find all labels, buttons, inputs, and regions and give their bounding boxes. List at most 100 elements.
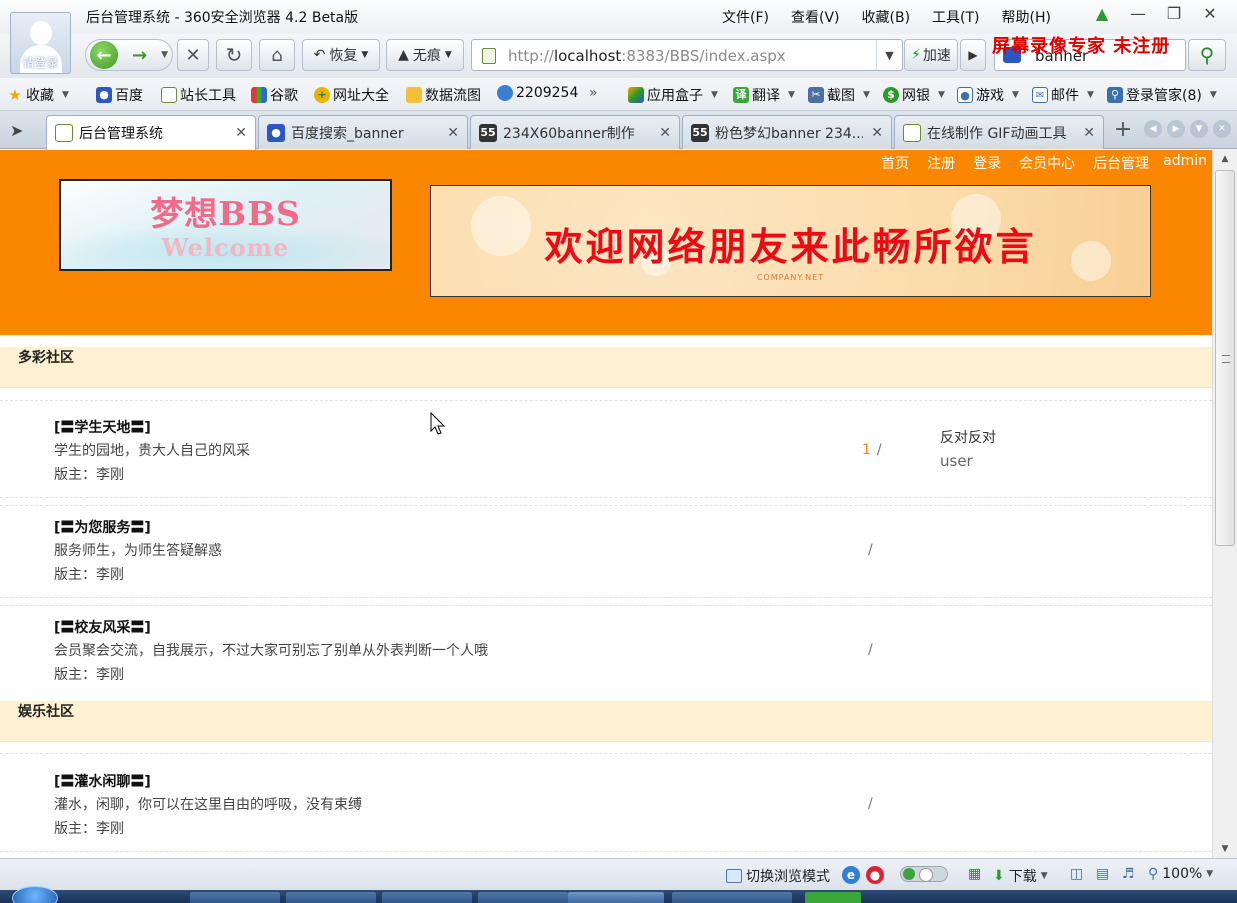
page-scrollbar[interactable]: ▲ ▼	[1212, 150, 1237, 858]
bookmark-mail[interactable]: ✉ 邮件 ▼	[1032, 85, 1094, 105]
category-title[interactable]: 娱乐社区	[18, 701, 74, 721]
forum-description: 服务师生，为师生答疑解惑	[54, 543, 222, 559]
bookmark-2209254[interactable]: 2209254	[497, 85, 578, 101]
chevron-down-icon[interactable]: ▼	[161, 50, 168, 60]
taskbar-item[interactable]	[190, 892, 280, 903]
nav-register-link[interactable]: 注册	[927, 153, 955, 173]
nav-member-center-link[interactable]: 会员中心	[1019, 153, 1075, 173]
forum-moderator: 版主：李刚	[54, 567, 124, 583]
bookmark-online-bank[interactable]: $ 网银 ▼	[883, 85, 945, 105]
page-viewport: 首页 注册 登录 会员中心 后台管理 admin 梦想BBS Welcome 欢…	[0, 150, 1212, 858]
tab-scroll-left-icon[interactable]: ◀	[1144, 120, 1162, 138]
bookmark-baidu[interactable]: ● 百度	[96, 85, 143, 105]
nav-admin-link[interactable]: 后台管理	[1093, 153, 1149, 173]
refresh-button[interactable]: ↻	[216, 39, 252, 71]
bookmark-app-box[interactable]: 应用盒子 ▼	[628, 85, 718, 105]
scroll-up-arrow-icon[interactable]: ▲	[1213, 150, 1237, 168]
forum-last-post-title[interactable]: 反对反对	[940, 427, 996, 447]
incognito-button[interactable]: ▲ 无痕 ▼	[386, 39, 464, 71]
nav-home-link[interactable]: 首页	[881, 153, 909, 173]
zoom-control[interactable]: ⚲ 100% ▼	[1148, 866, 1213, 882]
taskbar-item[interactable]	[478, 892, 568, 903]
scroll-down-arrow-icon[interactable]: ▼	[1213, 840, 1237, 858]
switch-browse-mode-button[interactable]: 切换浏览模式	[726, 866, 830, 886]
stop-button[interactable]: ✕	[177, 39, 209, 71]
security-shield-icon[interactable]: ●	[866, 866, 884, 884]
bookmark-screenshot[interactable]: ✂ 截图 ▼	[808, 85, 870, 105]
tab-pink-banner[interactable]: 55 粉色梦幻banner 234... ✕	[682, 115, 892, 149]
ie-engine-icon[interactable]: e	[842, 866, 860, 884]
close-tab-icon[interactable]: ✕	[447, 125, 459, 141]
address-dropdown-chevron-icon[interactable]: ▼	[876, 40, 902, 70]
bookmark-favorites[interactable]: ★ 收藏 ▼	[7, 85, 69, 105]
download-button[interactable]: ⬇ 下载 ▼	[993, 866, 1048, 886]
close-tab-icon[interactable]: ✕	[1083, 125, 1095, 141]
back-arrow-icon[interactable]: ←	[90, 41, 118, 69]
close-tab-icon[interactable]: ✕	[871, 125, 883, 141]
tab-banner-maker[interactable]: 55 234X60banner制作 ✕	[470, 115, 680, 149]
chevron-down-icon: ▼	[62, 90, 69, 100]
forward-arrow-icon[interactable]: →	[132, 45, 147, 66]
calculator-icon[interactable]: ▦	[968, 866, 981, 882]
new-tab-button[interactable]: +	[1109, 117, 1137, 145]
login-label: 请登录	[22, 56, 59, 70]
address-url[interactable]: http://localhost:8383/BBS/index.aspx	[508, 47, 786, 65]
tab-admin-system[interactable]: 后台管理系统 ✕	[46, 115, 256, 150]
forum-name[interactable]: [〓灌水闲聊〓]	[54, 771, 151, 791]
site-logo[interactable]: 梦想BBS Welcome	[59, 179, 392, 271]
taskbar-item-active[interactable]	[568, 892, 664, 903]
skin-shirt-icon[interactable]: ▲	[1094, 4, 1110, 23]
volume-icon[interactable]: ♬	[1122, 866, 1135, 882]
bookmark-games[interactable]: ● 游戏 ▼	[957, 85, 1019, 105]
category-title[interactable]: 多彩社区	[18, 347, 74, 367]
go-button[interactable]: ▶	[960, 39, 986, 71]
bookmark-overflow-chevron-icon[interactable]: »	[589, 85, 598, 101]
menu-help[interactable]: 帮助(H)	[1002, 7, 1051, 27]
taskbar-item[interactable]	[382, 892, 472, 903]
user-avatar-button[interactable]: 请登录	[10, 12, 71, 74]
tab-list-chevron-icon[interactable]: ▼	[1190, 120, 1208, 138]
taskbar-item[interactable]	[286, 892, 376, 903]
accelerate-button[interactable]: ⚡ 加速	[904, 39, 958, 71]
menu-file[interactable]: 文件(F)	[722, 7, 769, 27]
close-all-tabs-icon[interactable]: ✕	[1213, 120, 1231, 138]
forum-name[interactable]: [〓为您服务〓]	[54, 517, 151, 537]
tab-baidu-search[interactable]: ● 百度搜索_banner ✕	[258, 115, 468, 149]
sidebar-toggle-icon[interactable]: ➤	[10, 121, 23, 140]
bookmark-page-icon[interactable]: ◫	[1070, 866, 1083, 882]
back-forward-button[interactable]: ← → ▼	[85, 39, 173, 71]
bookmark-login-manager[interactable]: ⚲ 登录管家(8) ▼	[1107, 85, 1217, 105]
lightning-icon: ⚡	[911, 47, 921, 63]
bookmark-google[interactable]: 谷歌	[251, 85, 298, 105]
taskbar-item[interactable]	[672, 892, 792, 903]
search-button[interactable]: ⚲	[1188, 39, 1226, 71]
tab-scroll-right-icon[interactable]: ▶	[1167, 120, 1185, 138]
maximize-button[interactable]: ❐	[1166, 4, 1182, 23]
screen-icon[interactable]: ▤	[1096, 866, 1109, 882]
bookmark-webmaster-tools[interactable]: 站长工具	[161, 85, 236, 105]
menu-favorites[interactable]: 收藏(B)	[862, 7, 911, 27]
current-user-name[interactable]: admin	[1163, 153, 1207, 173]
forum-name[interactable]: [〓学生天地〓]	[54, 417, 151, 437]
restore-button[interactable]: ↶ 恢复 ▼	[302, 39, 380, 71]
menu-tools[interactable]: 工具(T)	[932, 7, 979, 27]
bookmark-translate[interactable]: 译 翻译 ▼	[733, 85, 795, 105]
forum-name[interactable]: [〓校友风采〓]	[54, 617, 151, 637]
start-orb-icon[interactable]	[12, 886, 58, 903]
bookmark-site-directory[interactable]: + 网址大全	[314, 85, 389, 105]
scrollbar-thumb[interactable]	[1215, 170, 1235, 546]
close-window-button[interactable]: ✕	[1202, 4, 1218, 23]
avatar-head-icon	[30, 21, 52, 45]
forum-last-post-user[interactable]: user	[940, 452, 973, 470]
minimize-button[interactable]: —	[1130, 4, 1146, 23]
close-tab-icon[interactable]: ✕	[235, 125, 247, 141]
bookmark-dataflow[interactable]: 数据流图	[406, 85, 481, 105]
screenshot-icon: ✂	[808, 87, 824, 103]
speed-toggle-switch[interactable]	[900, 866, 948, 882]
tab-gif-tool[interactable]: 在线制作 GIF动画工具 ✕	[894, 115, 1104, 149]
home-button[interactable]: ⌂	[259, 39, 295, 71]
address-bar[interactable]: http://localhost:8383/BBS/index.aspx ▼	[471, 39, 903, 71]
menu-view[interactable]: 查看(V)	[791, 7, 840, 27]
nav-login-link[interactable]: 登录	[973, 153, 1001, 173]
close-tab-icon[interactable]: ✕	[659, 125, 671, 141]
